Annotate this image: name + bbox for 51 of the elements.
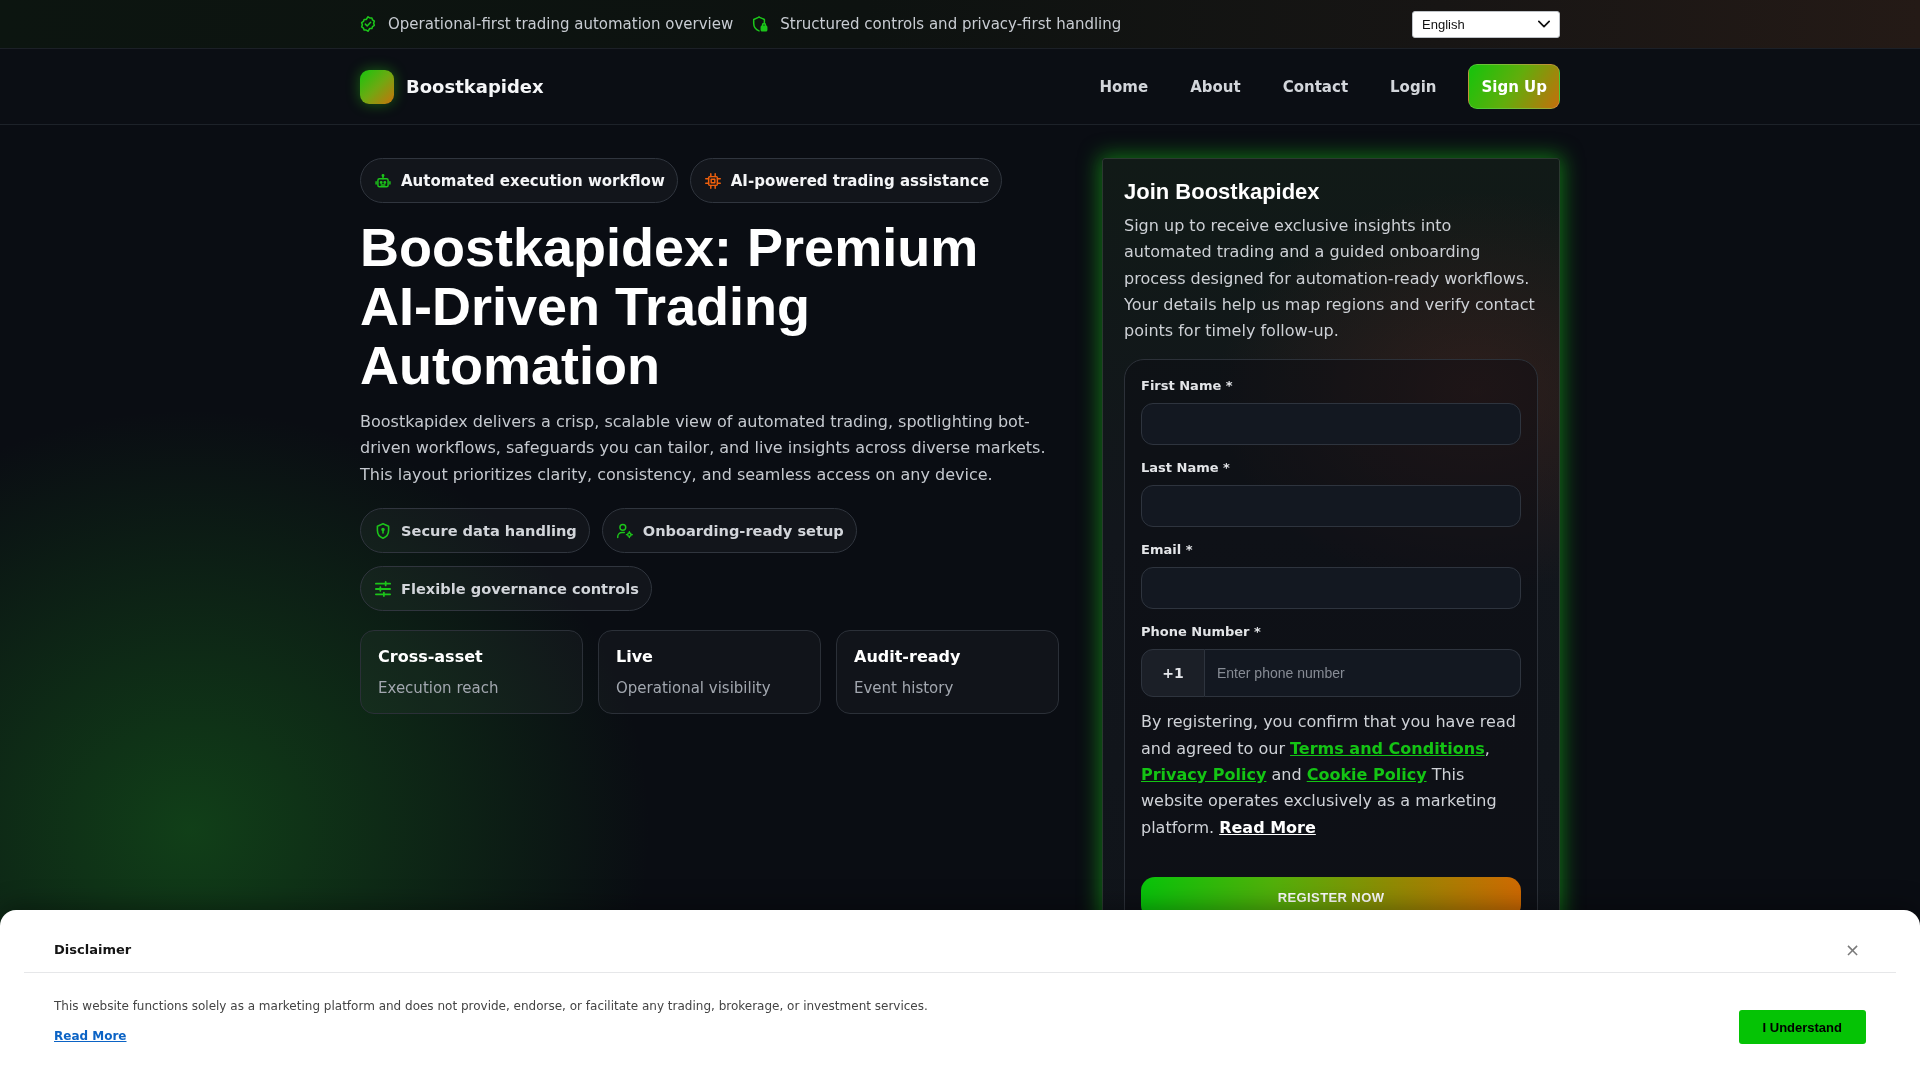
logo-icon[interactable] — [360, 69, 394, 104]
field-label: First Name * — [1141, 377, 1234, 396]
hero-title: Boostkapidex: Premium AI-Driven Trading Automation — [360, 218, 980, 395]
badge-check-icon — [360, 16, 376, 32]
language-select[interactable]: English — [1412, 10, 1560, 38]
nav-link[interactable]: About — [1178, 69, 1253, 104]
shield-icon — [375, 522, 391, 539]
stat-subtitle: Event history — [854, 678, 955, 699]
country-code-prefix[interactable]: +1 — [1141, 649, 1205, 698]
sliders-icon — [375, 580, 391, 597]
stat-subtitle: Execution reach — [378, 678, 500, 699]
understand-button[interactable]: I Understand — [1738, 1010, 1866, 1044]
policy-link[interactable]: Cookie Policy — [1306, 765, 1427, 785]
read-more-link[interactable]: Read More — [1219, 817, 1316, 837]
field-label: Last Name * — [1141, 459, 1231, 478]
top-bar-text: Structured controls and privacy-first handling — [780, 15, 1122, 33]
chip-icon — [704, 172, 721, 189]
disclaimer-text: This website functions solely as a marketing platform and does not provide, endorse, or facilitate any trading, brokerage, or investment services. — [54, 998, 928, 1015]
input-field[interactable] — [1141, 485, 1521, 528]
nav-link[interactable]: Login — [1378, 69, 1449, 104]
chip-label: Onboarding-ready setup — [642, 522, 844, 540]
stat-title: Live — [616, 647, 654, 668]
policy-link[interactable]: Privacy Policy — [1141, 765, 1267, 785]
policy-link[interactable]: Terms and Conditions — [1290, 738, 1485, 758]
read-more-link[interactable]: Read More — [54, 1027, 127, 1045]
shield-lock-icon — [752, 16, 769, 32]
consent-text: By registering, you confirm that you have read and agreed to our Terms and Conditions, Privacy Policy and Cookie Policy This website operates exclusively as a marketing platform. Read More — [1141, 711, 1517, 839]
signup-description: Sign up to receive exclusive insights into automated trading and a guided onboarding process designed for automation-ready workflows. Your details help us map regions and verify contact points for timely follow-up. — [1124, 215, 1536, 343]
disclaimer-title: Disclaimer — [54, 941, 132, 959]
input-field[interactable] — [1141, 567, 1521, 610]
pill-label: AI-powered trading assistance — [730, 171, 990, 190]
stat-title: Cross-asset — [378, 647, 484, 668]
stat-subtitle: Operational visibility — [616, 678, 772, 699]
robot-icon — [375, 172, 391, 189]
chip-label: Flexible governance controls — [401, 580, 639, 598]
user-gear-icon — [616, 522, 633, 539]
nav-link[interactable]: Home — [1087, 69, 1161, 104]
top-bar-text: Operational-first trading automation overview — [388, 15, 734, 33]
hero-description: Boostkapidex delivers a crisp, scalable view of automated trading, spotlighting bot-driven workflows, safeguards you can tailor, and live insights across diverse markets. This layout prioritizes clarity, consistency, and seamless access on any device. — [360, 411, 1047, 486]
field-label: Phone Number * — [1141, 623, 1262, 642]
chevron-down-icon — [1538, 18, 1550, 30]
stat-title: Audit-ready — [854, 647, 962, 668]
field-label: Email * — [1141, 541, 1194, 560]
brand-name[interactable]: Boostkapidex — [406, 76, 544, 97]
chip-label: Secure data handling — [401, 522, 577, 540]
input-field[interactable] — [1141, 403, 1521, 446]
pill-label: Automated execution workflow — [401, 171, 665, 190]
phone-input[interactable]: Enter phone number — [1205, 649, 1521, 698]
signup-title: Join Boostkapidex — [1124, 178, 1321, 206]
nav-link[interactable]: Contact — [1270, 69, 1361, 104]
close-button[interactable]: × — [1838, 940, 1866, 960]
